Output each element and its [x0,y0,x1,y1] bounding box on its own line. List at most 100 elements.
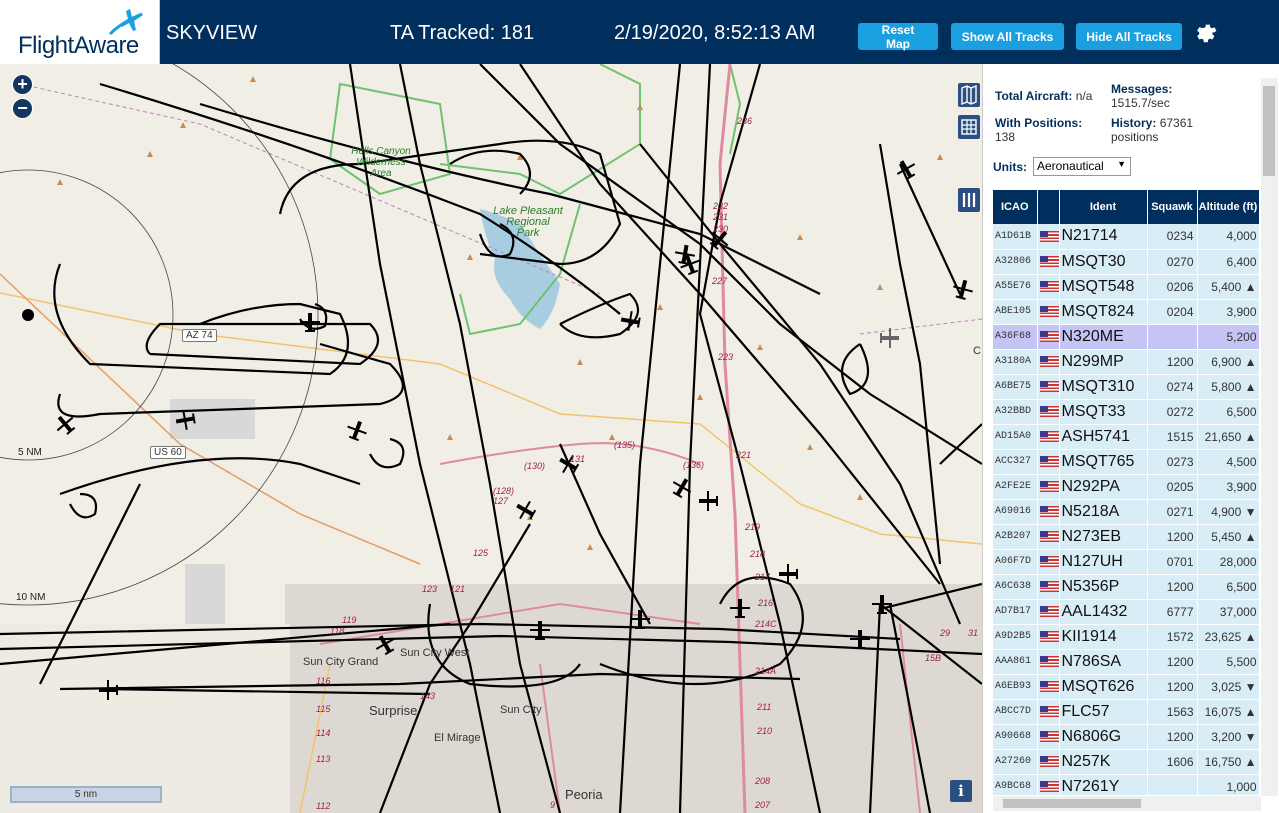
cell-squawk: 1200 [1147,574,1198,600]
cell-ident: MSQT626 [1059,674,1148,700]
cell-altitude: 21,650 ▲ [1197,424,1259,450]
cell-squawk: 1200 [1147,524,1198,550]
table-row[interactable]: A6EB93 MSQT626 1200 3,025 ▼ [993,674,1259,700]
table-row[interactable]: ABE105 MSQT824 0204 3,900 [993,299,1259,325]
map-base-layer [0,64,982,813]
road-number: 221 [736,450,752,460]
table-row[interactable]: A06F7D N127UH 0701 28,000 [993,549,1259,575]
scrollbar-thumb[interactable] [1003,799,1141,808]
units-select[interactable]: Aeronautical ▼ [1033,157,1131,176]
zoom-out-button[interactable]: − [12,98,33,119]
table-row[interactable]: AD7B17 AAL1432 6777 37,000 [993,599,1259,625]
cell-squawk [1147,774,1198,795]
units-label: Units: [993,160,1027,174]
road-number: 115 [316,704,331,714]
vertical-scrollbar[interactable] [1261,78,1278,796]
cell-altitude: 3,200 ▼ [1197,724,1259,750]
flightaware-logo[interactable]: FlightAware [0,0,160,64]
cell-ident: MSQT548 [1059,274,1148,300]
cell-altitude: 6,900 ▲ [1197,349,1259,375]
table-row[interactable]: A36F68 N320ME 5,200 [993,324,1259,350]
total-aircraft-stat: Total Aircraft: n/a [995,89,1092,103]
gear-icon[interactable] [1193,21,1217,45]
road-number: 214A [755,666,777,676]
zoom-in-button[interactable]: + [12,74,33,95]
table-row[interactable]: A55E76 MSQT548 0206 5,400 ▲ [993,274,1259,300]
cell-altitude: 6,500 [1197,574,1259,600]
city-label: Sun City [500,704,542,716]
road-number: 118 [330,626,345,636]
cell-flag [1037,549,1060,575]
table-row[interactable]: A69016 N5218A 0271 4,900 ▼ [993,499,1259,525]
table-row[interactable]: A27260 N257K 1606 16,750 ▲ [993,749,1259,775]
table-row[interactable]: A3180A N299MP 1200 6,900 ▲ [993,349,1259,375]
table-row[interactable]: AAA861 N786SA 1200 5,500 [993,649,1259,675]
table-row[interactable]: A2B207 N273EB 1200 5,450 ▲ [993,524,1259,550]
cell-icao: AD7B17 [993,599,1038,625]
cell-flag [1037,299,1060,325]
cell-flag [1037,649,1060,675]
scrollbar-thumb[interactable] [1263,86,1275,176]
us-flag-icon [1039,280,1058,292]
table-row[interactable]: A6BE75 MSQT310 0274 5,800 ▲ [993,374,1259,400]
cell-altitude: 5,800 ▲ [1197,374,1259,400]
us-flag-icon [1039,230,1058,242]
cell-squawk: 0270 [1147,249,1198,275]
show-all-tracks-button[interactable]: Show All Tracks [951,23,1064,50]
cell-flag [1037,474,1060,500]
city-label: Sun City West [400,647,470,659]
cell-squawk: 6777 [1147,599,1198,625]
aircraft-table-container[interactable]: ICAO Ident Squawk Altitude (ft) A1D61B N2… [993,190,1259,795]
cell-flag [1037,774,1060,795]
grid-toggle-button[interactable] [958,115,980,139]
table-row[interactable]: A6C638 N5356P 1200 6,500 [993,574,1259,600]
table-row[interactable]: A1D61B N21714 0234 4,000 [993,224,1259,250]
us-flag-icon [1039,630,1058,642]
us-flag-icon [1039,505,1058,517]
cell-ident: MSQT824 [1059,299,1148,325]
road-number: 236 [737,116,753,126]
horizontal-scrollbar[interactable] [993,796,1261,811]
table-row[interactable]: ACC327 MSQT765 0273 4,500 [993,449,1259,475]
road-number: 208 [755,776,771,786]
column-header-squawk[interactable]: Squawk [1147,190,1198,224]
cell-flag [1037,699,1060,725]
cell-ident: MSQT765 [1059,449,1148,475]
cell-altitude: 4,500 [1197,449,1259,475]
stat-label: History: [1111,116,1157,130]
stat-label: Total Aircraft: [995,89,1073,103]
road-number: 214C [755,619,777,629]
us-flag-icon [1039,455,1058,467]
messages-stat: Messages: 1515.7/sec [1111,82,1172,110]
column-header-ident[interactable]: Ident [1059,190,1148,224]
column-header-icao[interactable]: ICAO [993,190,1038,224]
table-row[interactable]: ABCC7D FLC57 1563 16,075 ▲ [993,699,1259,725]
columns-toggle-button[interactable] [958,188,980,212]
column-header-altitude[interactable]: Altitude (ft) [1197,190,1259,224]
road-number: 230 [713,224,729,234]
history-stat: History: 67361 positions [1111,116,1193,144]
cell-icao: A32806 [993,249,1038,275]
table-row[interactable]: A90668 N6806G 1200 3,200 ▼ [993,724,1259,750]
road-number: 217 [755,572,771,582]
table-row[interactable]: A32806 MSQT30 0270 6,400 [993,249,1259,275]
hide-all-tracks-button[interactable]: Hide All Tracks [1076,23,1182,50]
table-row[interactable]: A9BC68 N7261Y 1,000 [993,774,1259,795]
info-icon[interactable]: i [950,780,972,802]
cell-squawk [1147,324,1198,350]
table-row[interactable]: A9D2B5 KII1914 1572 23,625 ▲ [993,624,1259,650]
city-label: Peoria [565,787,603,802]
reset-map-button[interactable]: Reset Map [858,23,938,51]
map-layer-button[interactable] [958,83,980,107]
column-header-flag[interactable] [1037,190,1060,224]
cell-altitude: 37,000 [1197,599,1259,625]
map-view[interactable]: Hells Canyon Wilderness Area Lake Pleasa… [0,64,982,813]
cell-ident: N257K [1059,749,1148,775]
table-row[interactable]: A2FE2E N292PA 0205 3,900 [993,474,1259,500]
cell-squawk: 0274 [1147,374,1198,400]
cell-icao: A9D2B5 [993,624,1038,650]
cell-squawk: 0204 [1147,299,1198,325]
table-row[interactable]: AD15A0 ASH5741 1515 21,650 ▲ [993,424,1259,450]
table-row[interactable]: A32BBD MSQT33 0272 6,500 [993,399,1259,425]
cell-ident: MSQT33 [1059,399,1148,425]
